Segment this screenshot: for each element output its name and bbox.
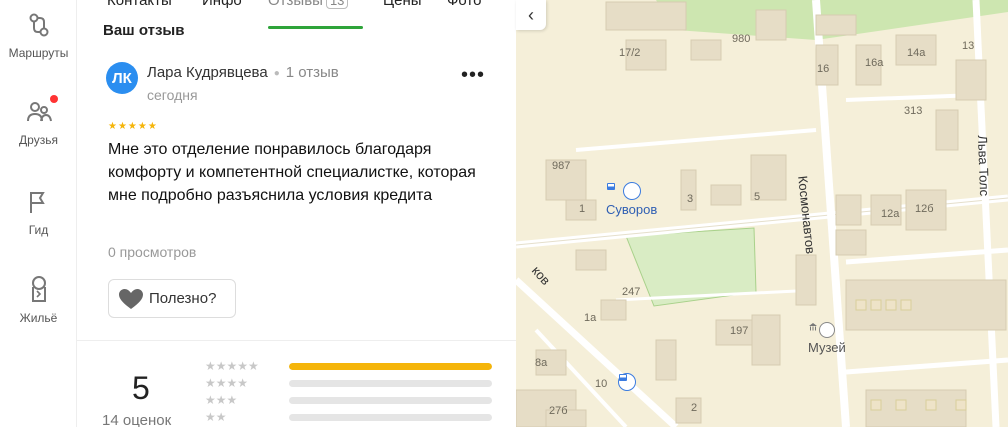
distribution-bar <box>289 397 492 404</box>
notification-dot <box>49 95 58 103</box>
average-rating: 5 <box>132 370 150 406</box>
rating-distribution-row: ★★★ <box>205 393 505 409</box>
chevron-left-icon: ‹ <box>528 4 534 25</box>
house-number-label: 3 <box>687 193 694 205</box>
bus-icon <box>607 182 641 200</box>
house-number-label: 12а <box>881 208 900 220</box>
house-number-label: 10 <box>595 378 608 390</box>
review-author-line: Лара Кудрявцева ● 1 отзыв <box>147 64 339 81</box>
house-number-label: 27б <box>549 405 568 417</box>
housing-icon <box>24 275 54 305</box>
house-number-label: 247 <box>622 286 641 298</box>
house-number-label: 16а <box>865 57 884 69</box>
distribution-stars: ★★ <box>205 410 227 424</box>
tab-prices[interactable]: Цены <box>383 0 422 9</box>
house-number-label: 14а <box>907 47 926 59</box>
house-number-label: 8а <box>535 357 548 369</box>
house-number-label: 16 <box>817 63 830 75</box>
street-label-lva-tolstogo: Льва Толс <box>975 135 993 197</box>
tab-photos[interactable]: Фото <box>447 0 481 9</box>
useful-label: Полезно? <box>149 290 217 307</box>
distribution-bar <box>289 380 492 387</box>
rail-housing[interactable]: Жильё <box>0 275 77 345</box>
review-text: Мне это отделение понравилось благодаря … <box>108 141 476 204</box>
author-review-count: 1 отзыв <box>285 64 339 81</box>
house-number-label: 5 <box>754 191 761 203</box>
house-number-label: 2 <box>691 402 698 414</box>
bus-stop-2[interactable] <box>618 373 636 391</box>
section-title: Ваш отзыв <box>103 22 185 39</box>
house-number-label: 1а <box>584 312 597 324</box>
museum-icon <box>809 322 835 338</box>
museum-name: Музей <box>808 340 846 355</box>
rating-count: 14 оценок <box>102 412 172 427</box>
house-number-label: 1 <box>579 203 586 215</box>
collapse-panel-button[interactable]: ‹ <box>516 0 546 30</box>
distribution-bar-fill <box>289 363 492 370</box>
tab-contacts[interactable]: Контакты <box>107 0 172 9</box>
bus-icon <box>618 373 636 391</box>
house-number-label: 987 <box>552 160 571 172</box>
rail-friends-label: Друзья <box>19 133 58 147</box>
house-number-label: 13 <box>962 40 975 52</box>
rail-guide[interactable]: Гид <box>0 187 77 257</box>
distribution-bar <box>289 414 492 421</box>
tab-reviews-label: Отзывы <box>268 0 323 9</box>
house-number-label: 980 <box>732 33 751 45</box>
routes-icon <box>24 10 54 40</box>
rating-distribution-row: ★★ <box>205 410 505 426</box>
rail-guide-label: Гид <box>28 223 49 237</box>
map-canvas <box>516 0 1008 427</box>
house-number-label: 313 <box>904 105 923 117</box>
distribution-stars: ★★★★ <box>205 376 249 390</box>
review-views: 0 просмотров <box>108 244 197 260</box>
review-date: сегодня <box>147 87 198 103</box>
rail-housing-label: Жильё <box>19 311 58 325</box>
rail-routes-label: Маршруты <box>8 46 69 60</box>
rail-friends[interactable]: Друзья <box>0 95 77 167</box>
active-tab-indicator <box>268 26 363 29</box>
distribution-stars: ★★★★★ <box>205 359 259 373</box>
distribution-bar <box>289 363 492 370</box>
author-name[interactable]: Лара Кудрявцева <box>147 64 268 81</box>
house-number-label: 197 <box>730 325 749 337</box>
rating-distribution-row: ★★★★★ <box>205 359 505 375</box>
rating-distribution-row: ★★★★ <box>205 376 505 392</box>
review-stars: ★★★★★ <box>108 121 158 132</box>
separator-dot: ● <box>273 67 280 79</box>
bus-stop-name: Суворов <box>606 202 658 217</box>
flag-icon <box>24 187 54 217</box>
more-options-button[interactable]: ••• <box>461 65 485 85</box>
house-number-label: 12б <box>915 203 934 215</box>
friends-icon <box>24 95 58 127</box>
divider <box>77 340 516 341</box>
tab-info[interactable]: Инфо <box>202 0 242 9</box>
reviews-panel: Контакты Инфо Отзывы 13 Цены Фото Ваш отз… <box>77 0 516 427</box>
tab-reviews[interactable]: Отзывы 13 <box>268 0 349 9</box>
avatar[interactable]: ЛК <box>106 62 138 94</box>
museum-poi[interactable]: Музей <box>808 322 846 355</box>
house-number-label: 17/2 <box>619 47 641 59</box>
distribution-stars: ★★★ <box>205 393 238 407</box>
rail-routes[interactable]: Маршруты <box>0 10 77 80</box>
bus-stop-suvorov[interactable]: Суворов <box>606 182 657 217</box>
left-rail: Маршруты Друзья Гид Жильё <box>0 0 77 427</box>
map[interactable]: 980 17/2 16 16а 14а 13 313 987 1 3 5 12а 12б 247 1а 197… <box>516 0 1008 427</box>
useful-button[interactable]: Полезно? <box>108 279 236 318</box>
reviews-count-badge: 13 <box>325 0 349 9</box>
heart-icon <box>119 288 143 309</box>
